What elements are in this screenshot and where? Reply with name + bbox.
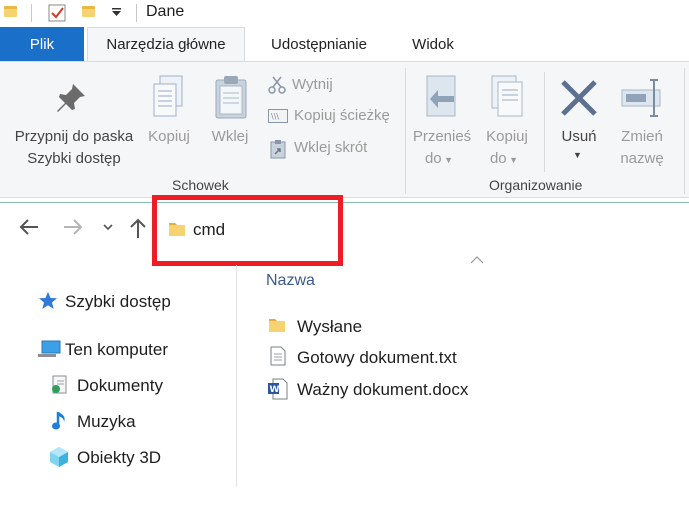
copy-to-button[interactable]: Kopiuj do ▼ <box>478 70 536 180</box>
group-divider <box>405 68 406 194</box>
ribbon-tabs: Plik Narzędzia główne Udostępnianie Wido… <box>0 27 689 61</box>
delete-dropdown-icon[interactable]: ▼ <box>573 150 582 160</box>
copy-icon <box>150 74 186 120</box>
paste-shortcut-button[interactable]: Wklej skrót <box>268 137 398 161</box>
copy-button[interactable]: Kopiuj <box>144 70 194 180</box>
title-bar: Dane <box>0 0 689 27</box>
paste-button[interactable]: Wklej <box>205 70 255 180</box>
svg-text:\\\: \\\ <box>271 112 279 121</box>
copy-path-icon: \\\ <box>268 109 288 123</box>
pin-label-line2: Szybki dostęp <box>27 150 121 167</box>
tab-view[interactable]: Widok <box>393 27 473 61</box>
new-folder-icon[interactable] <box>82 6 95 17</box>
cut-label: Wytnij <box>292 76 333 93</box>
move-to-button[interactable]: Przenieś do ▼ <box>410 70 474 180</box>
nav-item-documents[interactable]: Dokumenty <box>77 376 163 396</box>
nav-item-quick-access[interactable]: Szybki dostęp <box>65 292 171 312</box>
copy-path-button[interactable]: \\\ Kopiuj ścieżkę <box>268 105 398 129</box>
copy-to-label-line2: do ▼ <box>489 150 519 167</box>
group-label-organize: Organizowanie <box>489 177 583 193</box>
delete-x-icon <box>559 78 599 118</box>
move-to-label-line1: Przenieś <box>412 128 472 145</box>
address-highlight-box <box>152 195 343 266</box>
rename-label-line2: nazwę <box>620 150 664 167</box>
delete-label: Usuń <box>561 128 597 145</box>
back-arrow-icon[interactable] <box>18 217 40 237</box>
documents-icon <box>50 375 68 395</box>
folder-icon <box>4 6 17 17</box>
window-title: Dane <box>146 3 185 20</box>
sort-ascending-chevron-icon <box>470 256 484 264</box>
paste-label: Wklej <box>211 128 249 145</box>
copy-to-icon <box>488 74 528 120</box>
copy-to-label-line1: Kopiuj <box>486 128 528 145</box>
music-icon <box>51 410 69 432</box>
up-arrow-icon[interactable] <box>128 217 148 239</box>
pin-icon <box>53 80 89 116</box>
cut-button[interactable]: Wytnij <box>268 74 398 98</box>
customize-dropdown-icon[interactable] <box>111 6 122 18</box>
word-document-icon: W <box>268 378 288 400</box>
paste-shortcut-label: Wklej skrót <box>294 139 368 156</box>
list-item[interactable]: Gotowy dokument.txt <box>297 348 457 368</box>
3d-objects-icon <box>48 446 70 468</box>
list-item[interactable]: Ważny dokument.docx <box>297 380 468 400</box>
properties-checkbox-icon[interactable] <box>48 4 66 22</box>
pin-quick-access-button[interactable]: Przypnij do paska Szybki dostęp <box>0 70 148 180</box>
rename-button[interactable]: Zmień nazwę <box>612 70 672 180</box>
tab-home[interactable]: Narzędzia główne <box>87 27 245 61</box>
scissors-icon <box>268 76 286 94</box>
paste-shortcut-icon <box>270 139 286 159</box>
paste-icon <box>213 74 249 120</box>
tab-share[interactable]: Udostępnianie <box>256 27 382 61</box>
copy-path-label: Kopiuj ścieżkę <box>294 107 390 124</box>
nav-item-this-pc[interactable]: Ten komputer <box>65 340 168 360</box>
copy-label: Kopiuj <box>148 128 190 145</box>
computer-icon <box>38 339 62 359</box>
text-file-icon <box>270 346 286 366</box>
group-label-clipboard: Schowek <box>172 177 229 193</box>
recent-locations-chevron-icon[interactable] <box>102 222 114 232</box>
pane-divider <box>236 265 237 487</box>
divider <box>544 72 545 172</box>
group-divider <box>684 68 685 194</box>
nav-item-3d-objects[interactable]: Obiekty 3D <box>77 448 161 468</box>
rename-label-line1: Zmień <box>621 128 663 145</box>
divider <box>31 4 32 22</box>
forward-arrow-icon[interactable] <box>62 217 84 237</box>
pin-label-line1: Przypnij do paska <box>14 128 134 145</box>
ribbon: Przypnij do paska Szybki dostęp Kopiuj W… <box>0 61 689 198</box>
column-header-name[interactable]: Nazwa <box>266 272 315 290</box>
divider <box>136 4 137 22</box>
list-item[interactable]: Wysłane <box>297 317 362 337</box>
address-divider <box>0 202 689 203</box>
move-to-icon <box>424 74 460 120</box>
nav-item-music[interactable]: Muzyka <box>77 412 136 432</box>
star-icon <box>38 291 58 311</box>
folder-icon <box>268 316 286 334</box>
delete-button[interactable]: Usuń ▼ <box>552 70 606 180</box>
tab-file[interactable]: Plik <box>0 27 84 61</box>
move-to-label-line2: do ▼ <box>424 150 454 167</box>
rename-icon <box>620 78 666 118</box>
svg-text:W: W <box>270 385 280 395</box>
